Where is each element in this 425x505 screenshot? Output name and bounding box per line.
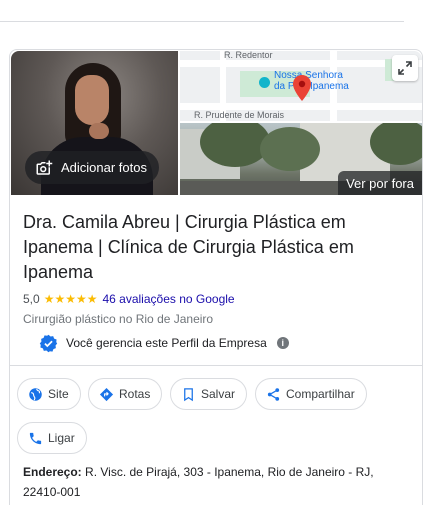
expand-icon [398, 61, 412, 75]
share-label: Compartilhar [286, 387, 355, 401]
map-street-label: R. Redentor [224, 51, 273, 60]
section-divider [10, 365, 422, 366]
share-icon [267, 387, 280, 401]
share-button[interactable]: Compartilhar [255, 378, 367, 410]
see-outside-label: Ver por fora [346, 175, 414, 191]
add-photos-label: Adicionar fotos [61, 160, 147, 175]
business-title: Dra. Camila Abreu | Cirurgia Plástica em… [23, 212, 354, 282]
routes-button[interactable]: Rotas [88, 378, 163, 410]
top-divider [0, 21, 404, 22]
call-label: Ligar [48, 431, 75, 445]
site-button[interactable]: Site [17, 378, 81, 410]
expand-map-button[interactable] [392, 55, 418, 81]
address-label: Endereço: [23, 465, 82, 479]
map-thumbnail[interactable]: R. Redentor Nossa Senhora da P... / Ipan… [180, 51, 422, 121]
business-profile-card: Adicionar fotos R. Redentor Nossa Senhor… [9, 49, 423, 505]
map-pin-icon [293, 75, 311, 101]
street-view-photo[interactable]: Ver por fora [180, 123, 422, 195]
profile-photo[interactable]: Adicionar fotos [11, 51, 178, 195]
verified-badge-icon [39, 334, 58, 352]
verified-text: Você gerencia este Perfil da Empresa [66, 336, 267, 350]
business-category: Cirurgião plástico no Rio de Janeiro [23, 312, 214, 326]
save-button[interactable]: Salvar [170, 378, 248, 410]
info-icon[interactable]: i [276, 337, 289, 349]
rating-stars-icon: ★★★★★ [43, 292, 98, 306]
phone-icon [29, 432, 42, 444]
directions-icon [99, 387, 114, 401]
rating-value: 5,0 [23, 292, 40, 306]
bookmark-icon [184, 387, 193, 401]
map-street-label-2: R. Prudente de Morais [194, 110, 285, 120]
save-label: Salvar [201, 387, 236, 401]
reviews-link[interactable]: 46 avaliações no Google [102, 292, 234, 306]
site-label: Site [48, 387, 69, 401]
routes-label: Rotas [119, 387, 151, 401]
address-block: Endereço: R. Visc. de Pirajá, 303 - Ipan… [23, 462, 408, 502]
map-place-label-2: da P... / Ipanema [274, 81, 349, 92]
verified-profile-row: Você gerencia este Perfil da Empresa i [39, 333, 289, 353]
map-poi-icon [259, 77, 270, 88]
call-button[interactable]: Ligar [17, 422, 87, 454]
add-photos-button[interactable]: Adicionar fotos [25, 151, 159, 184]
add-photo-camera-icon [36, 160, 53, 175]
see-outside-button[interactable]: Ver por fora [338, 171, 422, 195]
rating-row: 5,0 ★★★★★ 46 avaliações no Google [23, 291, 235, 307]
globe-icon [29, 387, 42, 401]
